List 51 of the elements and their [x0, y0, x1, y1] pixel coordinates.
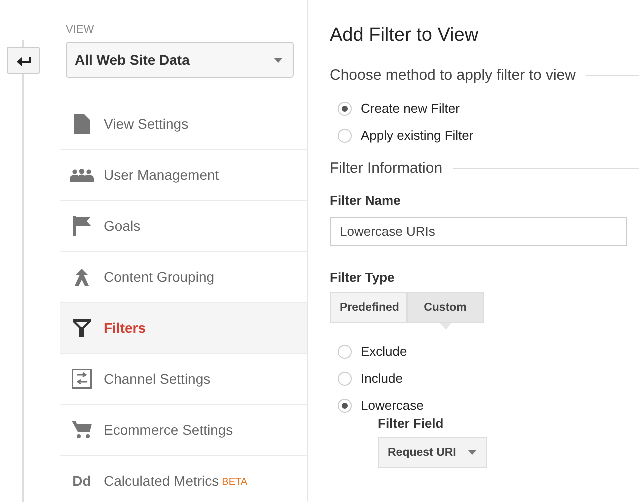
cart-icon [72, 421, 92, 439]
back-arrow-icon [16, 54, 32, 66]
nav-item[interactable]: User Management [60, 150, 307, 201]
radio-button[interactable] [338, 102, 352, 116]
nav-label: User Management [104, 167, 220, 183]
back-button[interactable] [7, 47, 40, 74]
nav-item[interactable]: Dd Calculated Metrics BETA [60, 456, 307, 502]
filter-name-field[interactable]: Lowercase URIs [330, 217, 627, 246]
pointer-icon [440, 323, 452, 330]
filter-icon [73, 319, 91, 337]
nav-item[interactable]: Ecommerce Settings [60, 405, 307, 456]
section-heading: Filter Information [330, 160, 443, 177]
radio-button[interactable] [338, 128, 352, 142]
view-label: VIEW [66, 24, 96, 36]
field-label: Filter Name [330, 193, 402, 208]
radio-button[interactable] [338, 344, 352, 358]
document-icon [74, 114, 90, 134]
filter-field-dropdown[interactable]: Request URI [378, 437, 488, 468]
radio-label: Apply existing Filter [361, 128, 474, 143]
nav-label: Calculated Metrics [104, 473, 220, 489]
radio-button[interactable] [338, 372, 352, 386]
nav-item[interactable]: Channel Settings [60, 354, 307, 405]
view-dropdown[interactable]: All Web Site Data [66, 42, 294, 78]
filter-type-tab[interactable]: Custom [407, 292, 484, 323]
dd-icon: Dd [72, 473, 92, 489]
nav-label: Goals [104, 218, 141, 234]
nav-item[interactable]: View Settings [60, 99, 307, 150]
caret-icon [468, 450, 478, 455]
radio-label: Lowercase [361, 398, 424, 413]
radio-button[interactable] [338, 398, 352, 412]
filter-type-tab[interactable]: Predefined [330, 292, 407, 323]
radio-label: Create new Filter [361, 101, 460, 116]
nav-label: Channel Settings [104, 371, 211, 387]
nav-label: Content Grouping [104, 269, 215, 285]
channel-arrows-icon [72, 369, 92, 389]
radio-label: Exclude [361, 344, 408, 359]
nav-item[interactable]: Goals [60, 201, 307, 252]
caret-icon [274, 58, 283, 62]
nav-item[interactable]: Filters [60, 303, 307, 354]
nav-label: Filters [104, 320, 146, 336]
merge-arrow-icon [74, 268, 90, 286]
nav-label: View Settings [104, 116, 189, 132]
nav-label: Ecommerce Settings [104, 422, 234, 438]
section-heading: Choose method to apply filter to view [330, 67, 576, 84]
radio-label: Include [361, 371, 403, 386]
panel-title: Add Filter to View [330, 25, 480, 47]
field-label: Filter Type [330, 270, 396, 285]
field-label: Filter Field [378, 416, 445, 431]
beta-label: BETA [222, 476, 248, 488]
flag-icon [73, 216, 91, 236]
people-icon [70, 168, 94, 182]
